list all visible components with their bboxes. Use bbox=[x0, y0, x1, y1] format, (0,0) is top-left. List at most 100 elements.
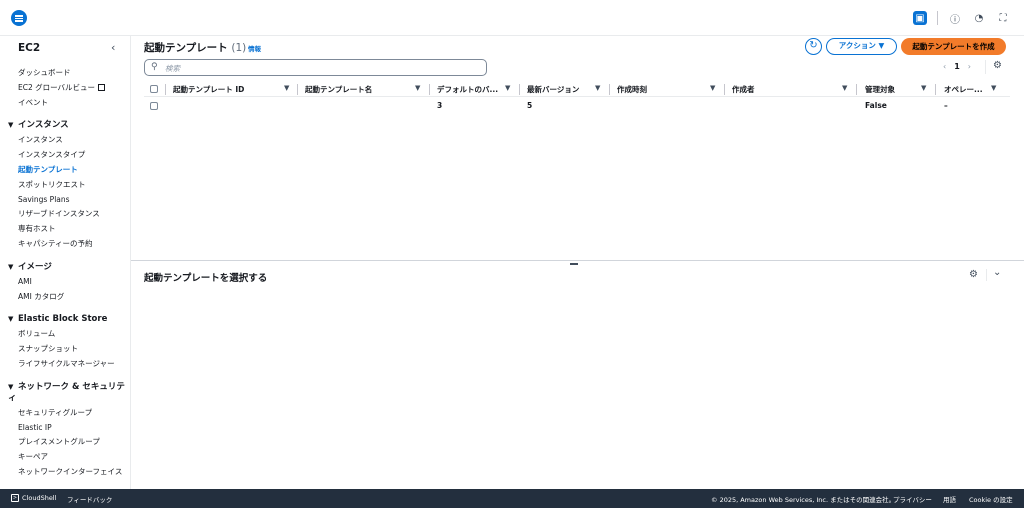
sidebar-section-title: イメージ bbox=[18, 261, 52, 272]
caret-down-icon: ▼ bbox=[8, 262, 14, 271]
column-header-name[interactable]: 起動テンプレート名 bbox=[305, 84, 372, 95]
search-input[interactable]: ⚲ 検索 bbox=[144, 59, 487, 76]
column-divider bbox=[297, 84, 298, 95]
info-icon[interactable]: ⓘ bbox=[948, 11, 962, 26]
sidebar-item-dashboard[interactable]: ダッシュボード bbox=[0, 66, 130, 81]
column-header-id[interactable]: 起動テンプレート ID bbox=[173, 84, 244, 95]
sidebar-section-3[interactable]: ▼ ネットワーク & セキュリティ bbox=[0, 378, 130, 406]
sidebar-item[interactable]: キャパシティーの予約 bbox=[0, 237, 130, 252]
cookie-settings-link[interactable]: Cookie の設定 bbox=[969, 494, 1013, 504]
cell-operator: – bbox=[944, 101, 948, 110]
split-panel-settings-icon[interactable]: ⚙ bbox=[969, 269, 978, 280]
column-header-operator[interactable]: オペレー... bbox=[944, 84, 983, 95]
sidebar-item[interactable]: リザーブドインスタンス bbox=[0, 207, 130, 222]
pagination: ‹ 1 › bbox=[943, 62, 971, 71]
sidebar-item[interactable]: インスタンス bbox=[0, 133, 130, 148]
sidebar-item[interactable]: ネットワークインターフェイス bbox=[0, 465, 130, 480]
copyright: © 2025, Amazon Web Services, Inc. またはその関… bbox=[711, 496, 896, 504]
column-header-default-version[interactable]: デフォルトのバ... bbox=[437, 84, 498, 95]
sidebar-item[interactable]: ボリューム bbox=[0, 327, 130, 342]
sidebar-item[interactable]: プレイスメントグループ bbox=[0, 435, 130, 450]
search-placeholder: 検索 bbox=[165, 64, 180, 73]
terminal-icon: > bbox=[11, 494, 19, 502]
sort-icon[interactable]: ▼ bbox=[505, 84, 510, 92]
cloudshell-button[interactable]: > CloudShell bbox=[11, 494, 56, 502]
column-header-managed[interactable]: 管理対象 bbox=[865, 84, 895, 95]
caret-down-icon: ▼ bbox=[8, 315, 14, 324]
column-divider bbox=[724, 84, 725, 95]
prev-page-icon[interactable]: ‹ bbox=[943, 62, 946, 71]
main-content: 起動テンプレート (1) 情報 ↻ アクション ▼ 起動テンプレートを作成 ⚲ … bbox=[131, 36, 1024, 489]
sidebar-section-title: Elastic Block Store bbox=[18, 314, 108, 325]
sort-icon[interactable]: ▼ bbox=[710, 84, 715, 92]
split-panel-title: 起動テンプレートを選択する bbox=[144, 273, 268, 284]
next-page-icon[interactable]: › bbox=[968, 62, 971, 71]
split-panel-resize-handle[interactable] bbox=[570, 263, 578, 265]
cloudshell-label: CloudShell bbox=[22, 494, 57, 502]
page-title-count: (1) bbox=[231, 42, 247, 54]
table-header: 起動テンプレート ID ▼ 起動テンプレート名 ▼ デフォルトのバ... ▼ 最… bbox=[144, 82, 1010, 97]
sidebar-item[interactable]: AMI カタログ bbox=[0, 290, 130, 305]
settings-icon[interactable]: ⛶ bbox=[996, 11, 1010, 25]
sidebar-item-label: EC2 グローバルビュー bbox=[18, 82, 96, 92]
sidebar-section-0[interactable]: ▼ インスタンス bbox=[0, 116, 130, 133]
sidebar-list: ダッシュボード EC2 グローバルビュー イベント ▼ インスタンス インスタンスイ… bbox=[0, 66, 130, 489]
privacy-link[interactable]: プライバシー bbox=[893, 494, 932, 504]
row-checkbox[interactable] bbox=[150, 102, 158, 110]
sidebar-item[interactable]: セキュリティグループ bbox=[0, 406, 130, 421]
sidebar-item[interactable]: スポットリクエスト bbox=[0, 178, 130, 193]
sidebar-item-events[interactable]: イベント bbox=[0, 96, 130, 111]
column-header-latest-version[interactable]: 最新バージョン bbox=[527, 84, 579, 95]
sort-icon[interactable]: ▼ bbox=[415, 84, 420, 92]
sidebar-section-1[interactable]: ▼ イメージ bbox=[0, 258, 130, 275]
column-divider bbox=[856, 84, 857, 95]
column-divider bbox=[609, 84, 610, 95]
sidebar-item[interactable]: キーペア bbox=[0, 450, 130, 465]
cell-latest-version: 5 bbox=[527, 101, 533, 110]
table-settings-icon[interactable]: ⚙ bbox=[993, 60, 1002, 71]
feedback-link[interactable]: フィードバック bbox=[67, 494, 112, 504]
sort-icon[interactable]: ▼ bbox=[991, 84, 996, 92]
sidebar-item[interactable]: 起動テンプレート bbox=[0, 163, 130, 178]
current-page[interactable]: 1 bbox=[954, 62, 960, 71]
terms-link[interactable]: 用語 bbox=[943, 494, 956, 504]
menu-icon[interactable] bbox=[11, 10, 27, 26]
sidebar: EC2 ‹ ダッシュボード EC2 グローバルビュー イベント ▼ インスタンスイ… bbox=[0, 36, 131, 489]
cell-default-version: 3 bbox=[437, 101, 443, 110]
search-icon: ⚲ bbox=[151, 62, 158, 72]
chevron-down-icon[interactable]: ⌄ bbox=[993, 267, 1001, 278]
sort-icon[interactable]: ▼ bbox=[921, 84, 926, 92]
select-all-checkbox[interactable] bbox=[150, 85, 158, 93]
sidebar-item[interactable]: Elastic IP bbox=[0, 421, 130, 436]
table-row[interactable]: 3 5 False – bbox=[144, 98, 1010, 114]
sidebar-item[interactable]: インスタンスタイプ bbox=[0, 148, 130, 163]
actions-button[interactable]: アクション ▼ bbox=[826, 38, 897, 55]
sidebar-close-icon[interactable]: ‹ bbox=[111, 41, 115, 54]
cloudshell-icon[interactable]: ▣ bbox=[913, 11, 927, 25]
split-panel-divider bbox=[986, 269, 987, 281]
sidebar-item[interactable]: ライフサイクルマネージャー bbox=[0, 357, 130, 372]
sort-icon[interactable]: ▼ bbox=[595, 84, 600, 92]
column-divider bbox=[935, 84, 936, 95]
caret-down-icon: ▼ bbox=[8, 382, 14, 391]
column-header-owner[interactable]: 作成者 bbox=[732, 84, 755, 95]
sidebar-item[interactable]: AMI bbox=[0, 275, 130, 290]
sidebar-item-global-view[interactable]: EC2 グローバルビュー bbox=[0, 81, 130, 96]
page-title: 起動テンプレート (1) bbox=[144, 40, 246, 55]
create-launch-template-button[interactable]: 起動テンプレートを作成 bbox=[901, 38, 1006, 55]
sidebar-item[interactable]: スナップショット bbox=[0, 342, 130, 357]
sidebar-section-title: ネットワーク & セキュリティ bbox=[8, 381, 125, 403]
sidebar-item[interactable]: 専有ホスト bbox=[0, 222, 130, 237]
pager-divider bbox=[985, 60, 986, 74]
sort-icon[interactable]: ▼ bbox=[284, 84, 289, 92]
topnav-icons: ▣ ⓘ ◔ ⛶ bbox=[913, 11, 1010, 26]
external-link-icon bbox=[98, 83, 106, 91]
info-link[interactable]: 情報 bbox=[248, 43, 261, 53]
sort-icon[interactable]: ▼ bbox=[842, 84, 847, 92]
column-divider bbox=[429, 84, 430, 95]
sidebar-section-2[interactable]: ▼ Elastic Block Store bbox=[0, 310, 130, 327]
sidebar-item[interactable]: Savings Plans bbox=[0, 193, 130, 208]
column-header-created[interactable]: 作成時刻 bbox=[617, 84, 647, 95]
notifications-icon[interactable]: ◔ bbox=[972, 11, 986, 25]
refresh-button[interactable]: ↻ bbox=[805, 38, 822, 55]
